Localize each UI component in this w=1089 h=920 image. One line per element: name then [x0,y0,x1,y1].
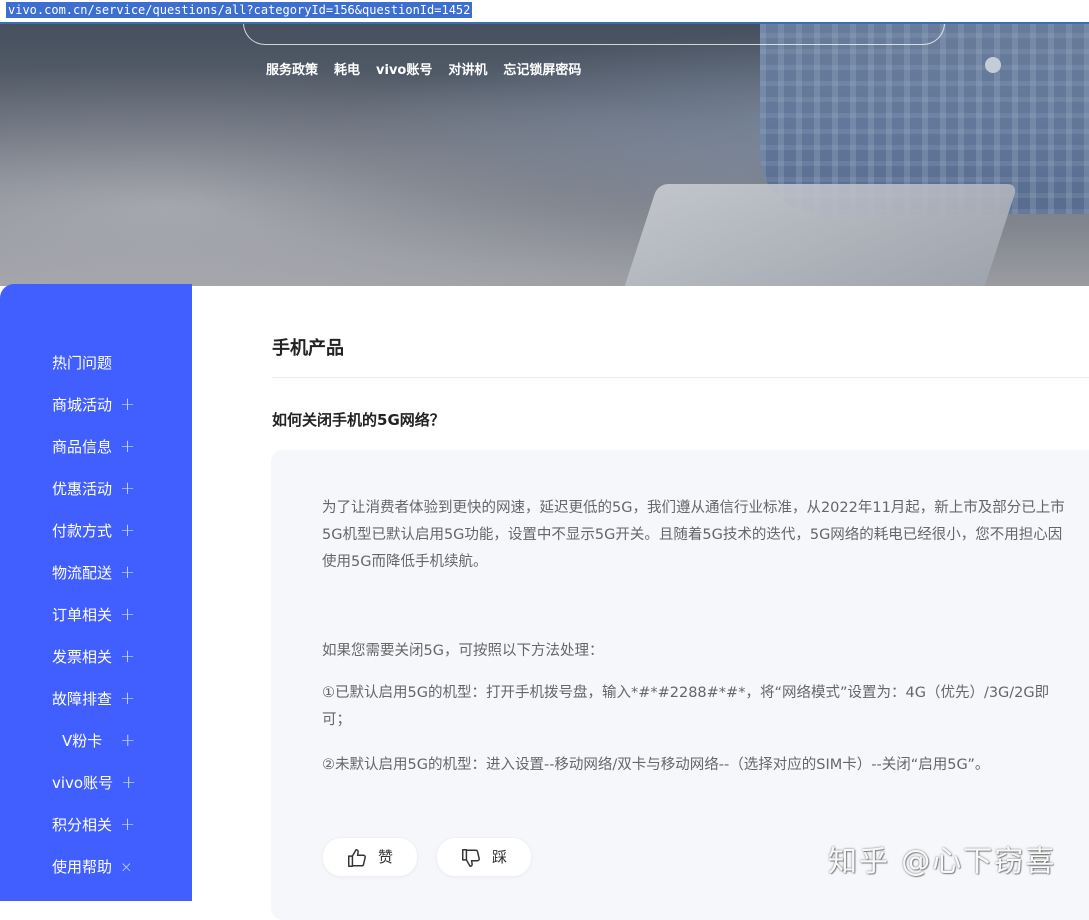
sidebar-item-label: 故障排查 [52,690,113,708]
sidebar-item-invoices[interactable]: 发票相关 + [52,646,135,668]
hot-link-power[interactable]: 耗电 [334,62,360,80]
sidebar-item-troubleshooting[interactable]: 故障排查 + [52,688,135,710]
thumbs-up-icon [348,849,366,867]
sidebar-item-label: 积分相关 [52,816,113,834]
like-label: 赞 [378,848,394,866]
hot-link-vivo-account[interactable]: vivo账号 [376,62,432,80]
category-title: 手机产品 [272,338,344,359]
expand-icon[interactable]: + [120,436,135,458]
expand-icon[interactable]: + [120,730,135,752]
answer-paragraph: 如果您需要关闭5G，可按照以下方法处理： [322,643,604,659]
sidebar-item-mall-activities[interactable]: 商城活动 + [52,394,135,416]
expand-icon[interactable]: + [120,394,135,416]
thumbs-down-icon [462,849,480,867]
hero-photo-tablet [622,184,1018,286]
hero-photo-shirt-button [985,57,1001,73]
sidebar-item-logistics[interactable]: 物流配送 + [52,562,135,584]
collapse-icon[interactable]: × [120,856,133,878]
search-box[interactable] [243,24,945,45]
title-divider [272,377,1089,378]
hot-link-service-policy[interactable]: 服务政策 [266,62,318,80]
expand-icon[interactable]: + [120,562,135,584]
sidebar-item-usage-help[interactable]: 使用帮助 × [52,856,133,878]
sidebar-item-label: 订单相关 [52,606,113,624]
sidebar-item-vivo-account[interactable]: vivo账号 + [52,772,136,794]
sidebar-item-label: 发票相关 [52,648,113,666]
sidebar-item-label: 使用帮助 [52,858,113,876]
expand-icon[interactable]: + [120,478,135,500]
sidebar-item-hot-questions[interactable]: 热门问题 [52,352,112,374]
sidebar-item-label: 热门问题 [52,354,113,372]
sidebar-item-label: 商品信息 [52,438,113,456]
like-button[interactable]: 赞 [322,837,418,877]
hot-link-walkie-talkie[interactable]: 对讲机 [448,62,487,80]
sidebar-item-label: 付款方式 [52,522,113,540]
question-title: 如何关闭手机的5G网络？ [272,411,445,429]
answer-paragraph: ①已默认启用5G的机型：打开手机拨号盘，输入*#*#2288#*#*，将“网络模… [322,685,1050,728]
address-bar[interactable]: vivo.com.cn/service/questions/all?catego… [0,0,1089,24]
sidebar-item-vfan-card[interactable]: V粉卡 + [62,730,135,752]
hot-link-forgot-password[interactable]: 忘记锁屏密码 [503,62,581,80]
sidebar-item-product-info[interactable]: 商品信息 + [52,436,135,458]
watermark: 知乎 @心下窃喜 [828,844,1057,878]
sidebar-item-label: 商城活动 [52,396,113,414]
sidebar-item-payment[interactable]: 付款方式 + [52,520,135,542]
expand-icon[interactable]: + [120,646,135,668]
sidebar-item-points[interactable]: 积分相关 + [52,814,135,836]
expand-icon[interactable]: + [120,688,135,710]
expand-icon[interactable]: + [120,814,135,836]
expand-icon[interactable]: + [120,520,135,542]
answer-paragraph: 为了让消费者体验到更快的网速，延迟更低的5G，我们遵从通信行业标准，从2022年… [322,500,1065,570]
sidebar-item-label: 优惠活动 [52,480,113,498]
sidebar-item-label: vivo账号 [52,774,114,792]
sidebar-item-promotions[interactable]: 优惠活动 + [52,478,135,500]
sidebar-item-orders[interactable]: 订单相关 + [52,604,135,626]
url-text[interactable]: vivo.com.cn/service/questions/all?catego… [6,2,473,18]
dislike-button[interactable]: 踩 [436,837,532,877]
answer-paragraph: ②未默认启用5G的机型：进入设置--移动网络/双卡与移动网络--（选择对应的SI… [322,757,990,773]
sidebar-item-label: 物流配送 [52,564,113,582]
hero-banner: 服务政策 耗电 vivo账号 对讲机 忘记锁屏密码 [0,24,1089,286]
category-sidebar: 热门问题 商城活动 + 商品信息 + 优惠活动 + 付款方式 + 物流配送 + 订单相关 +… [0,284,192,901]
expand-icon[interactable]: + [121,772,136,794]
dislike-label: 踩 [492,848,508,866]
sidebar-item-label: V粉卡 [62,732,103,750]
expand-icon[interactable]: + [120,604,135,626]
hot-search-links: 服务政策 耗电 vivo账号 对讲机 忘记锁屏密码 [266,62,597,80]
